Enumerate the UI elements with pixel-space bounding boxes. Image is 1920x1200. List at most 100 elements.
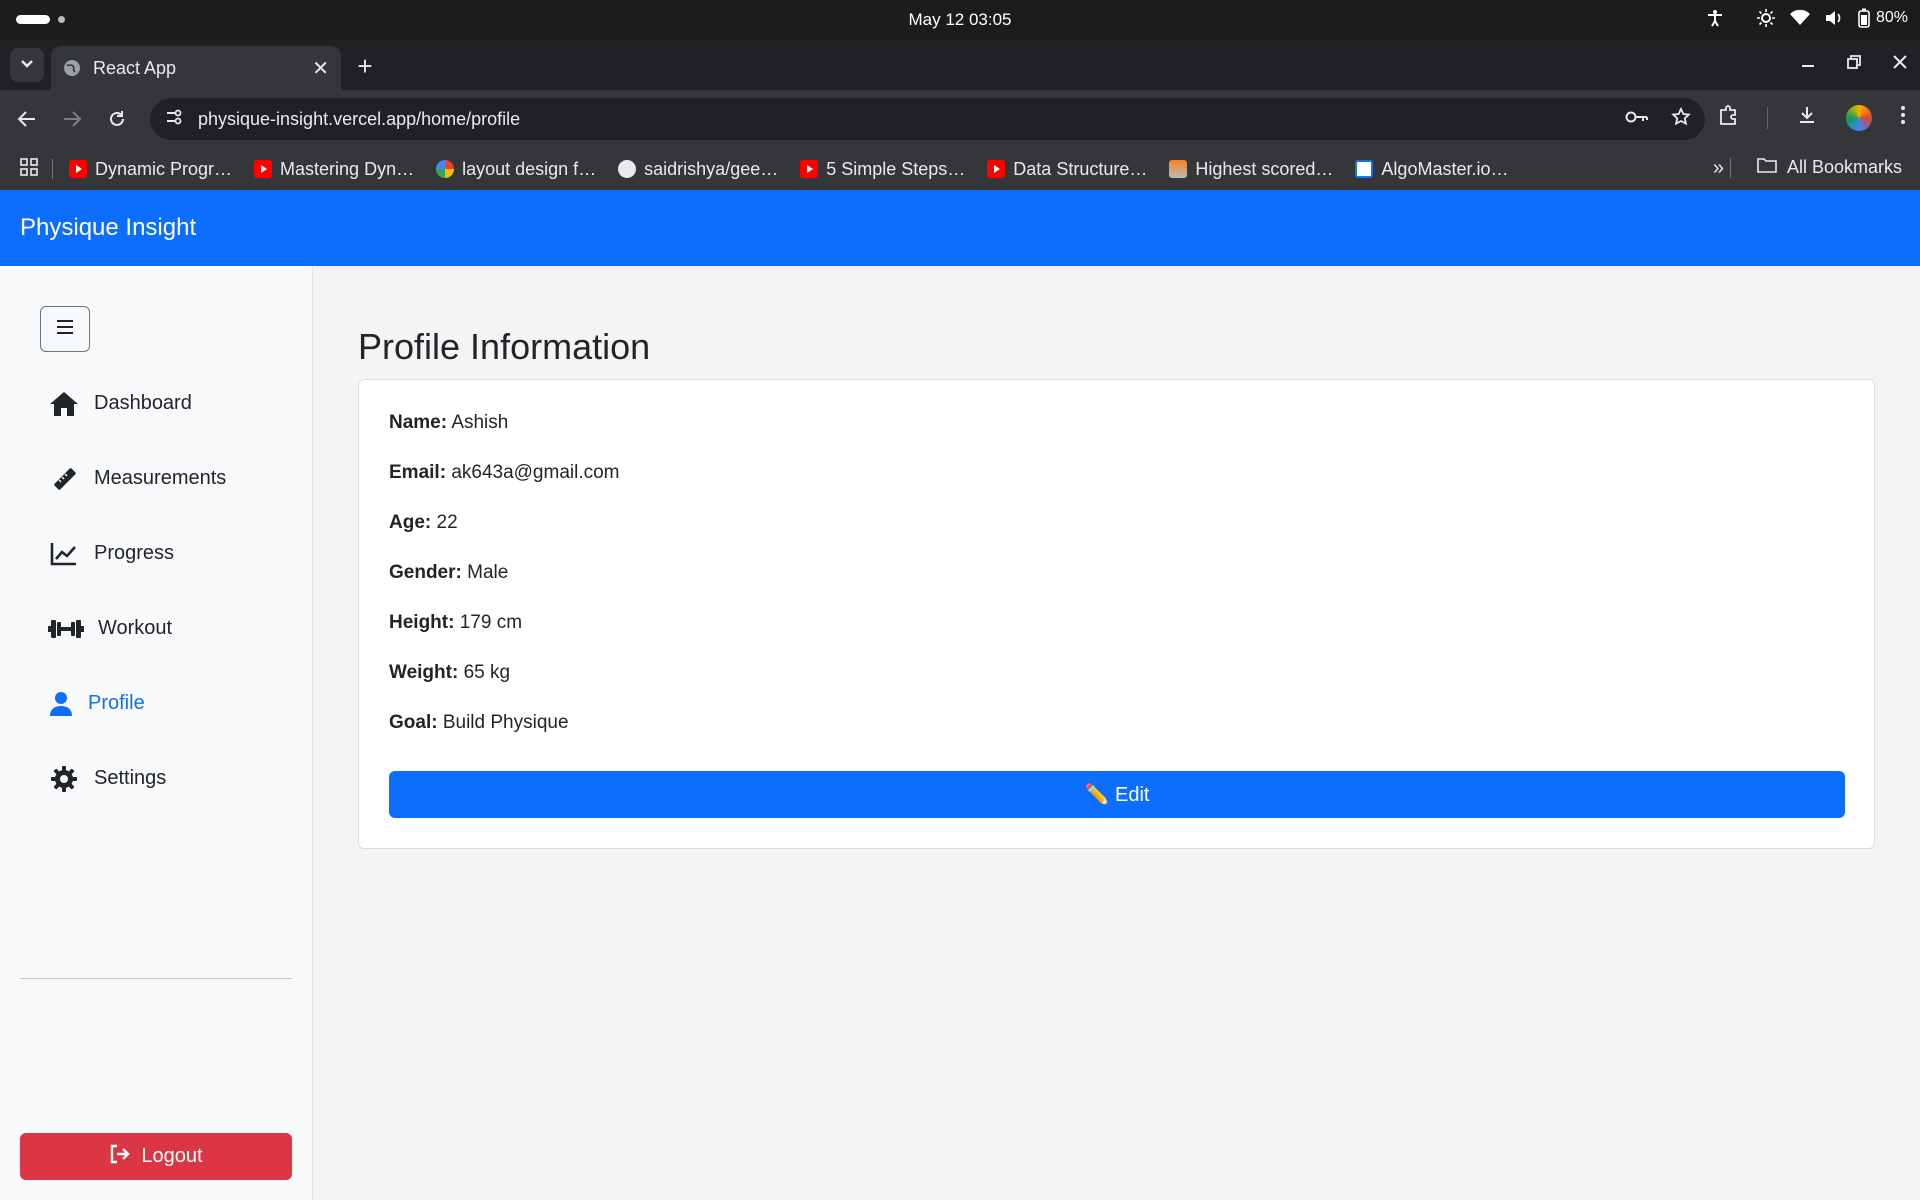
sidebar-item-label: Settings	[94, 767, 167, 789]
battery-percent: 80%	[1875, 9, 1908, 26]
menu-kebab-icon[interactable]	[1900, 105, 1906, 130]
app-brand[interactable]: Physique Insight	[20, 214, 196, 242]
os-top-bar: May 12 03:05 80%	[0, 0, 1920, 40]
sidebar-divider	[20, 978, 292, 979]
bookmark-label: AlgoMaster.io…	[1381, 158, 1509, 179]
profile-field-weight: Weight: 65 kg	[389, 662, 510, 684]
bookmark-star-icon[interactable]	[1671, 106, 1691, 132]
app-navbar: Physique Insight	[0, 190, 1920, 266]
profile-field-email: Email: ak643a@gmail.com	[389, 462, 620, 484]
back-icon[interactable]	[14, 106, 40, 132]
extensions-icon[interactable]	[1717, 104, 1739, 131]
profile-avatar[interactable]	[1846, 104, 1872, 131]
profile-field-age: Age: 22	[389, 512, 458, 534]
field-label: Weight:	[389, 662, 459, 683]
dumbbell-icon	[48, 615, 84, 643]
sidebar-item-measurements[interactable]: Measurements	[48, 441, 298, 516]
ruler-icon	[48, 465, 80, 493]
site-settings-icon[interactable]	[164, 107, 184, 132]
sidebar-item-dashboard[interactable]: Dashboard	[48, 366, 298, 441]
field-label: Name:	[389, 412, 448, 433]
tab-search-button[interactable]	[10, 48, 44, 82]
toolbar-separator	[1767, 106, 1768, 129]
bookmark-item[interactable]: AlgoMaster.io…	[1355, 159, 1508, 180]
bookmark-label: Mastering Dyn…	[280, 158, 415, 179]
sidebar-item-label: Progress	[94, 542, 175, 564]
password-key-icon[interactable]	[1625, 110, 1649, 129]
close-window-icon[interactable]	[1892, 54, 1908, 75]
restore-icon[interactable]	[1846, 54, 1862, 75]
github-icon	[618, 160, 637, 178]
field-value: 65 kg	[463, 662, 511, 683]
field-label: Height:	[389, 612, 455, 633]
edit-profile-button[interactable]: ✏️ Edit	[389, 771, 1845, 818]
home-icon	[48, 390, 80, 418]
field-value: Male	[467, 562, 509, 583]
bookmark-item[interactable]: Dynamic Progr…	[69, 159, 232, 180]
field-value: Ashish	[451, 412, 509, 433]
profile-field-gender: Gender: Male	[389, 562, 508, 584]
field-label: Gender:	[389, 562, 462, 583]
field-value: ak643a@gmail.com	[451, 462, 620, 483]
sidebar-item-progress[interactable]: Progress	[48, 516, 298, 591]
chevron-down-icon	[20, 56, 34, 74]
sidebar-item-label: Workout	[98, 617, 173, 639]
sidebar-nav: Dashboard Measurements Progress Workout …	[48, 366, 298, 816]
new-tab-button[interactable]: +	[350, 52, 380, 82]
apps-grid-icon[interactable]	[20, 157, 38, 181]
logout-button[interactable]: Logout	[20, 1133, 292, 1180]
bookmarks-separator	[52, 159, 53, 179]
accessibility-icon[interactable]	[1706, 9, 1724, 27]
download-icon[interactable]	[1796, 104, 1818, 131]
bookmark-item[interactable]: 5 Simple Steps…	[800, 159, 965, 180]
sidebar-item-profile[interactable]: Profile	[48, 666, 298, 741]
globe-icon	[63, 59, 81, 77]
page-title: Profile Information	[358, 326, 651, 367]
window-controls	[1800, 54, 1908, 75]
google-icon	[436, 160, 455, 178]
bookmark-item[interactable]: Mastering Dyn…	[254, 159, 414, 180]
bookmark-label: layout design f…	[462, 158, 597, 179]
all-bookmarks-label: All Bookmarks	[1786, 157, 1902, 177]
browser-toolbar: physique-insight.vercel.app/home/profile	[0, 90, 1920, 148]
sidebar: Dashboard Measurements Progress Workout …	[0, 266, 313, 1200]
forward-icon[interactable]	[59, 106, 85, 132]
youtube-icon	[987, 160, 1006, 178]
toolbar-right	[1717, 104, 1906, 131]
tab-react-app[interactable]: React App ✕	[51, 46, 341, 90]
bookmarks-bar: Dynamic Progr… Mastering Dyn… layout des…	[0, 148, 1920, 190]
brightness-icon	[1756, 8, 1776, 28]
field-value: Build Physique	[442, 712, 569, 733]
volume-icon	[1824, 9, 1844, 27]
main-content: Profile Information Name: Ashish Email: …	[314, 266, 1920, 1200]
bookmark-item[interactable]: Data Structure…	[987, 159, 1147, 180]
user-icon	[48, 690, 74, 718]
sidebar-toggle-button[interactable]	[40, 306, 90, 352]
folder-icon	[1757, 157, 1777, 178]
url-text[interactable]: physique-insight.vercel.app/home/profile	[198, 109, 520, 130]
minimize-icon[interactable]	[1800, 54, 1816, 75]
field-label: Email:	[389, 462, 447, 483]
reload-icon[interactable]	[104, 106, 130, 132]
browser-tab-strip: React App ✕ +	[0, 40, 1920, 90]
sidebar-item-workout[interactable]: Workout	[48, 591, 298, 666]
all-bookmarks-button[interactable]: All Bookmarks	[1729, 157, 1902, 178]
bookmarks-separator	[1729, 157, 1731, 178]
system-tray[interactable]: 80%	[1706, 8, 1908, 28]
profile-field-height: Height: 179 cm	[389, 612, 522, 634]
field-value: 179 cm	[459, 612, 523, 633]
more-bookmarks-icon[interactable]: »	[1713, 157, 1724, 180]
address-bar[interactable]: physique-insight.vercel.app/home/profile	[150, 98, 1705, 140]
bookmark-item[interactable]: layout design f…	[436, 159, 596, 180]
field-label: Goal:	[389, 712, 438, 733]
hamburger-icon	[56, 319, 74, 340]
bookmark-item[interactable]: saidrishya/gee…	[618, 159, 778, 180]
youtube-icon	[800, 160, 819, 178]
profile-field-goal: Goal: Build Physique	[389, 712, 569, 734]
gear-icon	[48, 765, 80, 793]
close-tab-icon[interactable]: ✕	[312, 56, 329, 81]
sidebar-item-settings[interactable]: Settings	[48, 741, 298, 816]
bookmark-item[interactable]: Highest scored…	[1169, 159, 1333, 180]
stackoverflow-icon	[1169, 160, 1188, 178]
os-clock[interactable]: May 12 03:05	[0, 10, 1920, 30]
